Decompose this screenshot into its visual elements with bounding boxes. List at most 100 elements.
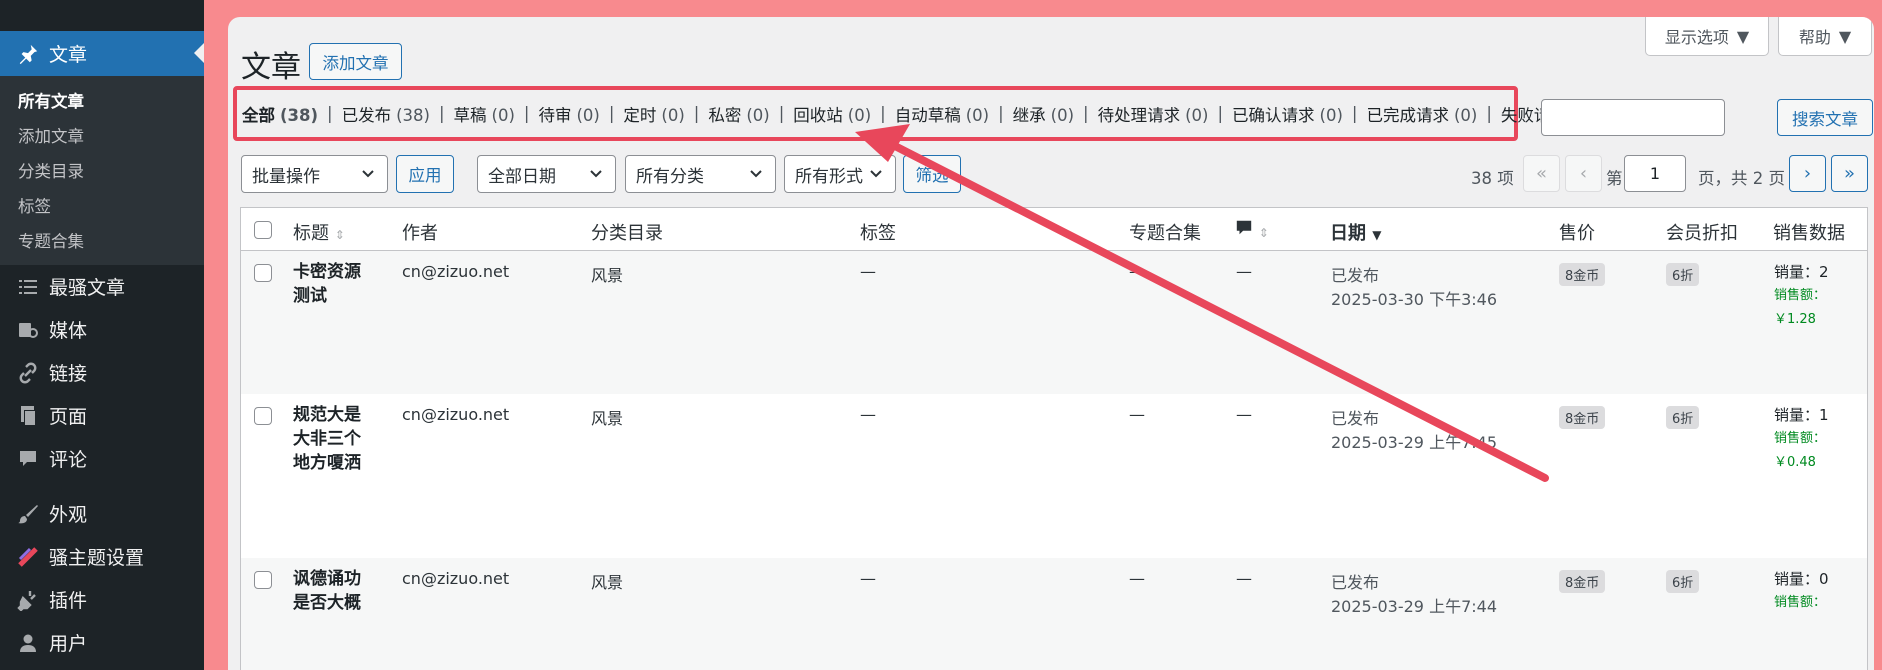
- pin-icon: [15, 41, 41, 67]
- column-comments[interactable]: ⇕: [1235, 219, 1269, 242]
- submenu-categories[interactable]: 分类目录: [0, 154, 204, 189]
- post-comments: —: [1236, 262, 1252, 281]
- row-checkbox[interactable]: [254, 571, 272, 589]
- date-filter-select[interactable]: 全部日期: [477, 155, 616, 193]
- post-author[interactable]: cn@zizuo.net: [402, 569, 509, 588]
- post-collection: —: [1129, 405, 1145, 424]
- column-title-label: 标题: [293, 223, 329, 244]
- menu-media[interactable]: 媒体: [0, 308, 204, 351]
- status-link[interactable]: 草稿 (0): [454, 102, 515, 126]
- menu-best-posts[interactable]: 最骚文章: [0, 265, 204, 308]
- main-content: 显示选项 ▼ 帮助 ▼ 文章 添加文章 全部 (38) | 已发布 (38) | 草稿 (0)…: [228, 17, 1874, 670]
- submenu-tags[interactable]: 标签: [0, 189, 204, 224]
- post-date: 2025-03-29 上午7:45: [1331, 433, 1498, 452]
- status-separator: |: [327, 104, 333, 123]
- discount-badge: 6折: [1666, 263, 1700, 286]
- first-page-button[interactable]: «: [1523, 155, 1560, 192]
- post-category[interactable]: 风景: [591, 262, 623, 286]
- sales-amount: ￥0.48: [1774, 455, 1816, 470]
- menu-appearance-label: 外观: [49, 504, 88, 526]
- menu-plugins[interactable]: 插件: [0, 578, 204, 621]
- menu-posts[interactable]: 文章: [0, 31, 204, 76]
- admin-sidebar: 文章 所有文章 添加文章 分类目录 标签 专题合集 最骚文章 媒体 链接 页面: [0, 0, 204, 670]
- chevron-down-icon: [870, 170, 882, 178]
- last-page-button[interactable]: »: [1831, 155, 1868, 192]
- next-page-button[interactable]: ›: [1789, 155, 1826, 192]
- media-icon: [15, 317, 41, 343]
- status-link[interactable]: 全部 (38): [242, 102, 318, 126]
- status-filter-links: 全部 (38) | 已发布 (38) | 草稿 (0) | 待审 (0) | 定时 (0) | 私密 (0) | 回…: [233, 86, 1595, 141]
- status-link[interactable]: 待处理请求 (0): [1098, 102, 1209, 126]
- apply-button[interactable]: 应用: [396, 155, 454, 193]
- search-input[interactable]: [1541, 99, 1725, 136]
- status-link-count: (0): [965, 105, 990, 125]
- post-title-link[interactable]: 卡密资源测试: [293, 260, 373, 308]
- post-collection: —: [1129, 569, 1145, 588]
- status-link-count: (0): [1185, 105, 1209, 125]
- submenu-collections[interactable]: 专题合集: [0, 224, 204, 259]
- status-link[interactable]: 已发布 (38): [342, 102, 430, 126]
- sales-data: 销量：1 销售额： ￥0.48: [1774, 403, 1829, 475]
- post-date: 2025-03-30 下午3:46: [1331, 290, 1498, 309]
- menu-pages-label: 页面: [49, 406, 88, 428]
- menu-pages[interactable]: 页面: [0, 394, 204, 437]
- post-category[interactable]: 风景: [591, 405, 623, 429]
- post-comments: —: [1236, 569, 1252, 588]
- bulk-action-select[interactable]: 批量操作: [241, 155, 388, 193]
- category-filter-select[interactable]: 所有分类: [625, 155, 776, 193]
- column-collection: 专题合集: [1129, 223, 1201, 244]
- submenu-all-posts[interactable]: 所有文章: [0, 84, 204, 119]
- status-link[interactable]: 待审 (0): [538, 102, 599, 126]
- status-link[interactable]: 已确认请求 (0): [1232, 102, 1343, 126]
- status-link[interactable]: 自动草稿 (0): [895, 102, 989, 126]
- caret-down-icon: ▼: [1736, 26, 1750, 46]
- status-link-count: (0): [576, 105, 600, 125]
- plug-icon: [15, 587, 41, 613]
- status-link[interactable]: 已完成请求 (0): [1366, 102, 1477, 126]
- sales-data: 销量：2 销售额： ￥1.28: [1774, 260, 1829, 332]
- status-link[interactable]: 回收站 (0): [793, 102, 871, 126]
- list-icon: [15, 274, 41, 300]
- select-all-checkbox[interactable]: [254, 221, 272, 239]
- table-row: 卡密资源测试 cn@zizuo.net 风景 — — — 已发布 2025-03-30 下午3…: [241, 251, 1867, 394]
- sort-icon: ⇕: [1258, 226, 1269, 240]
- status-link-count: (0): [1050, 105, 1075, 125]
- status-link[interactable]: 继承 (0): [1013, 102, 1074, 126]
- screen-options-button[interactable]: 显示选项 ▼: [1645, 17, 1769, 56]
- help-button[interactable]: 帮助 ▼: [1778, 17, 1872, 56]
- menu-appearance[interactable]: 外观: [0, 492, 204, 535]
- format-filter-select[interactable]: 所有形式: [784, 155, 896, 193]
- price-badge: 8金币: [1559, 570, 1606, 593]
- add-post-button[interactable]: 添加文章: [309, 43, 402, 80]
- filter-button[interactable]: 筛选: [903, 155, 961, 193]
- menu-theme-settings[interactable]: 骚主题设置: [0, 535, 204, 578]
- brush-icon: [15, 501, 41, 527]
- status-link-count: (38): [280, 105, 319, 125]
- current-page-input[interactable]: 1: [1624, 155, 1686, 192]
- status-separator: |: [1486, 104, 1492, 123]
- row-checkbox[interactable]: [254, 264, 272, 282]
- post-author[interactable]: cn@zizuo.net: [402, 262, 509, 281]
- user-icon: [15, 630, 41, 656]
- post-status: 已发布: [1331, 409, 1380, 428]
- status-separator: |: [880, 104, 886, 123]
- menu-links[interactable]: 链接: [0, 351, 204, 394]
- status-link[interactable]: 私密 (0): [708, 102, 769, 126]
- status-separator: |: [998, 104, 1004, 123]
- column-date[interactable]: 日期 ▼: [1330, 219, 1382, 245]
- post-title-link[interactable]: 讽德诵功是否大概: [293, 567, 373, 615]
- search-posts-button[interactable]: 搜索文章: [1777, 99, 1873, 136]
- submenu-add-post[interactable]: 添加文章: [0, 119, 204, 154]
- post-category[interactable]: 风景: [591, 569, 623, 593]
- row-checkbox[interactable]: [254, 407, 272, 425]
- post-author[interactable]: cn@zizuo.net: [402, 405, 509, 424]
- menu-users[interactable]: 用户: [0, 621, 204, 664]
- sales-amount: ￥1.28: [1774, 312, 1816, 327]
- column-title[interactable]: 标题 ⇕: [293, 219, 345, 245]
- post-tags: —: [860, 262, 876, 281]
- date-filter-value: 全部日期: [488, 166, 556, 187]
- status-link[interactable]: 定时 (0): [623, 102, 684, 126]
- menu-comments[interactable]: 评论: [0, 437, 204, 480]
- prev-page-button[interactable]: ‹: [1565, 155, 1602, 192]
- post-title-link[interactable]: 规范大是大非三个地方嗄洒: [293, 403, 373, 475]
